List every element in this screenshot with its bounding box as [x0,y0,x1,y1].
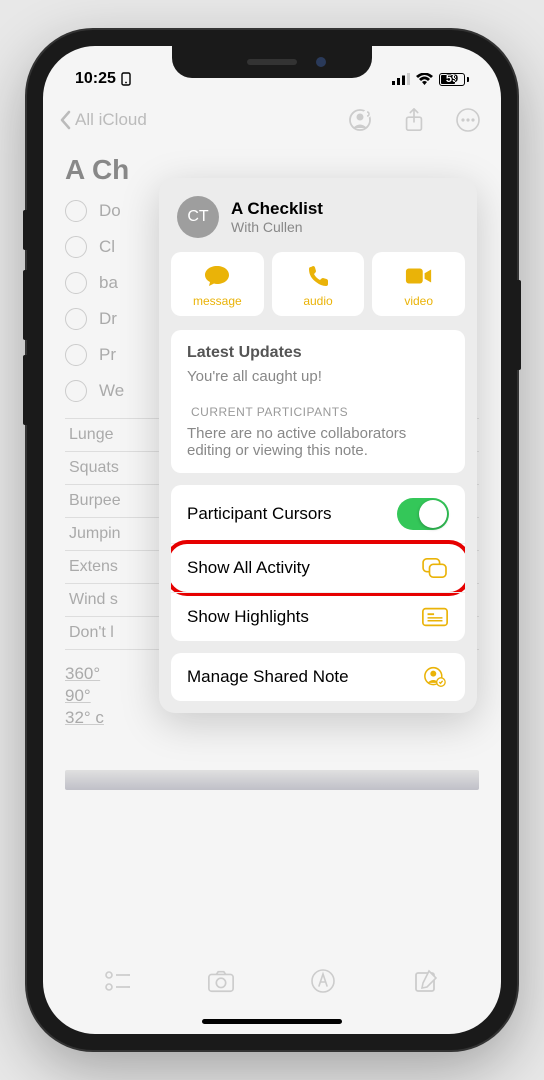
phone-icon [304,264,332,288]
manage-icon [421,666,449,688]
popover-subtitle: With Cullen [231,219,323,235]
highlights-icon [421,606,449,628]
updates-text: You're all caught up! [187,368,449,385]
activity-icon [421,557,449,579]
message-icon [203,264,231,288]
avatar: CT [177,196,219,238]
show-highlights-row[interactable]: Show Highlights [171,592,465,641]
participants-text: There are no active collaborators editin… [187,425,449,459]
updates-card: Latest Updates You're all caught up! CUR… [171,330,465,473]
audio-button[interactable]: audio [272,252,365,316]
participants-label: CURRENT PARTICIPANTS [191,405,445,419]
participant-cursors-row[interactable]: Participant Cursors [171,485,465,543]
manage-shared-note-row[interactable]: Manage Shared Note [171,653,465,701]
video-icon [405,264,433,288]
share-popover: CT A Checklist With Cullen message audio [159,178,477,713]
message-button[interactable]: message [171,252,264,316]
video-button[interactable]: video [372,252,465,316]
updates-heading: Latest Updates [187,344,449,362]
cursors-toggle[interactable] [397,498,449,530]
popover-title: A Checklist [231,199,323,219]
show-all-activity-row[interactable]: Show All Activity [171,543,465,592]
